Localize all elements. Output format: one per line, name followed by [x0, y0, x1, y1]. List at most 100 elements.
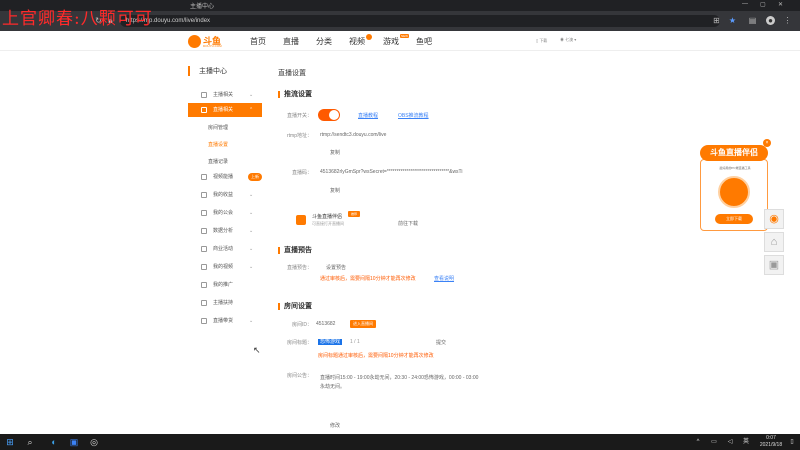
rtmp-label: rtmp地址：: [286, 133, 312, 139]
notice-section-title: 直播预告: [278, 247, 312, 254]
mouse-cursor-icon: ↖: [253, 345, 261, 355]
companion-promo[interactable]: 最好用的PC端直播工具 立即下载 斗鱼直播伴侣: [700, 145, 768, 231]
network-icon[interactable]: ▭: [708, 436, 720, 448]
code-label: 直播码：: [291, 170, 312, 176]
nav-games[interactable]: 游戏: [383, 36, 399, 47]
profile-avatar[interactable]: ●: [766, 16, 775, 25]
room-title-submit[interactable]: 提交: [436, 339, 446, 346]
obs-icon[interactable]: ◎: [88, 436, 100, 448]
sidebar-item-guild[interactable]: 我的公会 ⌄: [188, 206, 262, 220]
promo-mascot: [718, 176, 750, 208]
url-input[interactable]: https://mp.douyu.com/live/index: [120, 15, 720, 27]
sidebar-item-support[interactable]: 主播扶持: [188, 296, 262, 310]
tv-icon: [201, 107, 207, 113]
sidebar-item-live[interactable]: 直播相关 ⌃: [188, 103, 262, 117]
close-icon[interactable]: ✕: [778, 1, 783, 8]
announce-line-2: 永劫无间。: [320, 384, 346, 390]
user-name: 七澳: [565, 37, 574, 42]
promo-download-button[interactable]: 立即下载: [715, 214, 753, 224]
copy-rtmp-button[interactable]: 复制: [330, 149, 340, 156]
ime-icon[interactable]: 英: [740, 436, 752, 448]
promo-title: 斗鱼直播伴侣: [700, 145, 768, 161]
copy-code-button[interactable]: 复制: [330, 187, 340, 194]
film-icon: [201, 264, 207, 270]
sidebar-item-earnings[interactable]: 我的收益 ⌄: [188, 188, 262, 202]
taskbar: ⊞ ⌕ ◐ ▣ ◎ ^ ▭ ◁ 英 0:07 2021/9/18 ▯: [0, 434, 800, 450]
douyu-logo[interactable]: 斗鱼 DOUYU.COM: [188, 34, 234, 49]
rtmp-value[interactable]: rtmp://sendtc3.douyu.com/live: [320, 132, 386, 138]
enter-room-button[interactable]: 进入直播间: [350, 320, 376, 328]
support-icon: [201, 300, 207, 306]
minimize-icon[interactable]: —: [742, 1, 748, 7]
megaphone-icon: [201, 282, 207, 288]
clock-date: 2021/9/18: [759, 442, 783, 448]
new-badge: 上新: [248, 173, 262, 181]
sidebar-item-label: 主播相关: [213, 92, 234, 98]
chevron-down-icon: ⌄: [249, 228, 254, 234]
download-companion-link[interactable]: 前往下载: [398, 220, 418, 227]
nav-fishbar[interactable]: 鱼吧: [416, 36, 432, 47]
games-new-tag: NEW: [400, 34, 409, 38]
clock-time: 0:07: [766, 435, 776, 441]
nav-video[interactable]: 视频: [349, 36, 365, 47]
home-icon[interactable]: ⌂: [764, 232, 784, 252]
tab-title[interactable]: 主播中心: [190, 1, 214, 10]
view-notice-link[interactable]: 查看说明: [434, 275, 454, 282]
search-icon[interactable]: ⌕: [24, 436, 36, 448]
notice-rule: 通过审核后，需要间隔10分钟才能再次修改: [320, 276, 416, 282]
maximize-icon[interactable]: ▢: [760, 1, 766, 8]
nav-live[interactable]: 直播: [283, 36, 299, 47]
sidebar-item-label: 我的视频: [213, 264, 234, 270]
set-notice-link[interactable]: 设置预告: [326, 264, 346, 271]
install-icon[interactable]: ⊞: [712, 16, 721, 25]
user-menu[interactable]: ◉ 七澳 ▾: [560, 37, 576, 43]
extensions-icon[interactable]: ▤: [748, 16, 757, 25]
switch-label: 直播开关：: [286, 113, 312, 119]
sidebar-item-label: 直播带货: [213, 318, 234, 324]
download-link[interactable]: ▯ 下载: [536, 38, 547, 44]
robot-icon[interactable]: ▣: [764, 255, 784, 275]
sidebar-item-promotion[interactable]: 我的推广: [188, 278, 262, 292]
sidebar-sub-live-settings[interactable]: 直播设置: [208, 141, 228, 148]
bookmark-star-icon[interactable]: ★: [728, 16, 737, 25]
logo-icon: [188, 35, 201, 48]
top-nav: 斗鱼 DOUYU.COM 首页 直播 分类 视频 游戏 NEW 鱼吧 ▯ 下载 …: [0, 31, 800, 51]
edge-browser-icon[interactable]: ◐: [48, 436, 60, 448]
room-id-value: 4513682: [316, 321, 336, 327]
sidebar-item-label: 直播相关: [213, 107, 234, 113]
nav-home[interactable]: 首页: [250, 36, 266, 47]
sidebar-item-my-video[interactable]: 我的视频 ⌄: [188, 260, 262, 274]
sidebar-item-anchor[interactable]: 主播相关 ⌄: [188, 88, 262, 102]
windows-start-icon[interactable]: ⊞: [4, 436, 16, 448]
notification-icon[interactable]: ▯: [788, 436, 796, 448]
chevron-down-icon: ⌄: [249, 192, 254, 198]
tray-chevron-icon[interactable]: ^: [692, 436, 704, 448]
room-title-input[interactable]: 恐怖游戏: [318, 338, 343, 345]
promo-body: 最好用的PC端直播工具 立即下载: [700, 159, 768, 231]
sidebar-item-commerce[interactable]: 直播带货 ⌄: [188, 314, 262, 328]
watermark: 上官卿春:八颗可可: [2, 9, 153, 29]
menu-dots-icon[interactable]: ⋮: [783, 16, 792, 25]
sidebar-item-business[interactable]: 商业活动 ⌄: [188, 242, 262, 256]
tutorial-link[interactable]: 直播教程: [358, 112, 378, 119]
live-toggle[interactable]: [318, 109, 340, 121]
play-icon[interactable]: ◉: [764, 209, 784, 229]
nav-category[interactable]: 分类: [316, 36, 332, 47]
obs-tutorial-link[interactable]: OBS推流教程: [398, 112, 429, 119]
taskbar-clock[interactable]: 0:07 2021/9/18: [756, 435, 786, 449]
sidebar-item-analytics[interactable]: 数据分析 ⌄: [188, 224, 262, 238]
app-icon[interactable]: ▣: [68, 436, 80, 448]
sidebar-item-label: 主播扶持: [213, 300, 234, 306]
volume-icon[interactable]: ◁: [724, 436, 736, 448]
user-icon: [201, 92, 207, 98]
room-title-label: 房间标题：: [286, 340, 312, 346]
sidebar-title: 主播中心: [188, 66, 227, 76]
code-value[interactable]: 4513682rlyGmSpr?wsSecret=***************…: [320, 169, 463, 175]
sidebar-sub-live-records[interactable]: 直播记录: [208, 158, 228, 165]
sidebar-sub-room-manage[interactable]: 房间管理: [208, 124, 228, 131]
chevron-down-icon: ⌄: [249, 92, 254, 98]
announce-label: 房间公告：: [286, 373, 312, 379]
chevron-down-icon: ⌄: [249, 210, 254, 216]
modify-announce-button[interactable]: 修改: [330, 422, 340, 429]
companion-app-icon: [296, 215, 306, 225]
